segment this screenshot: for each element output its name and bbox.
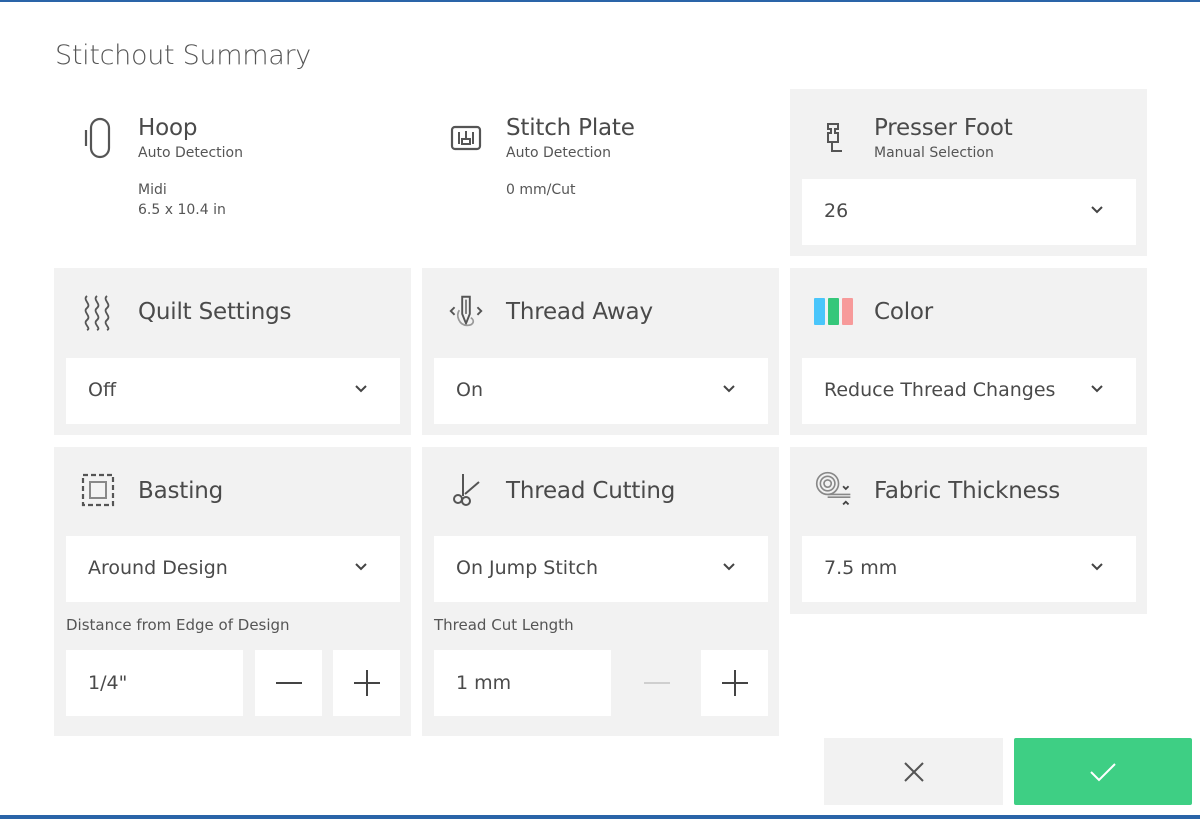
scissors-icon (446, 470, 486, 510)
chevron-down-icon (723, 563, 735, 571)
basting-select[interactable]: Around Design (66, 536, 400, 602)
color-card: Color Reduce Thread Changes (790, 268, 1147, 435)
thread-away-value: On (456, 379, 483, 401)
close-icon (903, 761, 924, 782)
hoop-size-name: Midi (138, 182, 167, 198)
basting-icon (78, 470, 118, 510)
color-select[interactable]: Reduce Thread Changes (802, 358, 1136, 424)
basting-value: Around Design (88, 557, 228, 579)
thread-cutting-title: Thread Cutting (506, 478, 676, 504)
hoop-icon (78, 117, 118, 159)
quilt-settings-title: Quilt Settings (138, 299, 292, 325)
basting-distance-value: 1/4" (88, 672, 128, 694)
thread-cut-length-field[interactable]: 1 mm (434, 650, 611, 716)
hoop-card: Hoop Auto Detection Midi 6.5 x 10.4 in (54, 90, 411, 256)
thread-cutting-select[interactable]: On Jump Stitch (434, 536, 768, 602)
chevron-down-icon (355, 385, 367, 393)
thread-cut-length-label: Thread Cut Length (434, 616, 574, 634)
presser-foot-icon (814, 118, 854, 158)
thread-away-select[interactable]: On (434, 358, 768, 424)
fabric-thickness-card: Fabric Thickness 7.5 mm (790, 447, 1147, 614)
thread-away-card: Thread Away On (422, 268, 779, 435)
presser-foot-card: Presser Foot Manual Selection 26 (790, 89, 1147, 256)
thread-cut-length-value: 1 mm (456, 672, 512, 694)
presser-foot-value: 26 (824, 200, 849, 222)
stitch-plate-value: 0 mm/Cut (506, 182, 576, 198)
stitch-plate-icon (446, 118, 486, 158)
stitch-plate-subtitle: Auto Detection (506, 145, 611, 161)
plus-icon (721, 670, 748, 696)
basting-title: Basting (138, 478, 224, 504)
color-title: Color (874, 299, 934, 325)
thread-away-icon (446, 292, 486, 332)
cancel-button[interactable] (824, 738, 1003, 805)
plus-icon (353, 670, 380, 696)
confirm-button[interactable] (1014, 738, 1192, 805)
stitch-plate-card: Stitch Plate Auto Detection 0 mm/Cut (422, 90, 779, 256)
quilt-settings-select[interactable]: Off (66, 358, 400, 424)
bottom-frame-line (0, 815, 1200, 819)
basting-increment-button[interactable] (333, 650, 400, 716)
fabric-roll-icon (814, 469, 854, 509)
thread-cutting-value: On Jump Stitch (456, 557, 599, 579)
fabric-thickness-title: Fabric Thickness (874, 478, 1061, 504)
page-title: Stitchout Summary (55, 40, 311, 71)
fabric-thickness-value: 7.5 mm (824, 557, 898, 579)
quilt-icon (78, 292, 118, 332)
basting-distance-label: Distance from Edge of Design (66, 616, 290, 634)
color-bars-icon (814, 292, 854, 332)
fabric-thickness-select[interactable]: 7.5 mm (802, 536, 1136, 602)
chevron-down-icon (1091, 563, 1103, 571)
thread-away-title: Thread Away (506, 299, 653, 325)
chevron-down-icon (723, 385, 735, 393)
hoop-dimensions: 6.5 x 10.4 in (138, 202, 226, 218)
chevron-down-icon (1091, 206, 1103, 214)
hoop-title: Hoop (138, 115, 198, 141)
thread-cut-increment-button[interactable] (701, 650, 768, 716)
chevron-down-icon (1091, 385, 1103, 393)
basting-distance-field[interactable]: 1/4" (66, 650, 243, 716)
minus-icon (643, 682, 670, 684)
basting-decrement-button[interactable] (255, 650, 322, 716)
basting-card: Basting Around Design Distance from Edge… (54, 447, 411, 736)
color-value: Reduce Thread Changes (824, 379, 1056, 401)
top-frame-line (0, 0, 1200, 2)
stitch-plate-title: Stitch Plate (506, 115, 635, 141)
thread-cut-decrement-button[interactable] (623, 650, 690, 716)
presser-foot-subtitle: Manual Selection (874, 145, 994, 161)
presser-foot-title: Presser Foot (874, 115, 1013, 141)
minus-icon (275, 682, 302, 684)
quilt-settings-value: Off (88, 379, 117, 401)
quilt-settings-card: Quilt Settings Off (54, 268, 411, 435)
presser-foot-select[interactable]: 26 (802, 179, 1136, 245)
chevron-down-icon (355, 563, 367, 571)
check-icon (1090, 762, 1116, 781)
thread-cutting-card: Thread Cutting On Jump Stitch Thread Cut… (422, 447, 779, 736)
hoop-subtitle: Auto Detection (138, 145, 243, 161)
